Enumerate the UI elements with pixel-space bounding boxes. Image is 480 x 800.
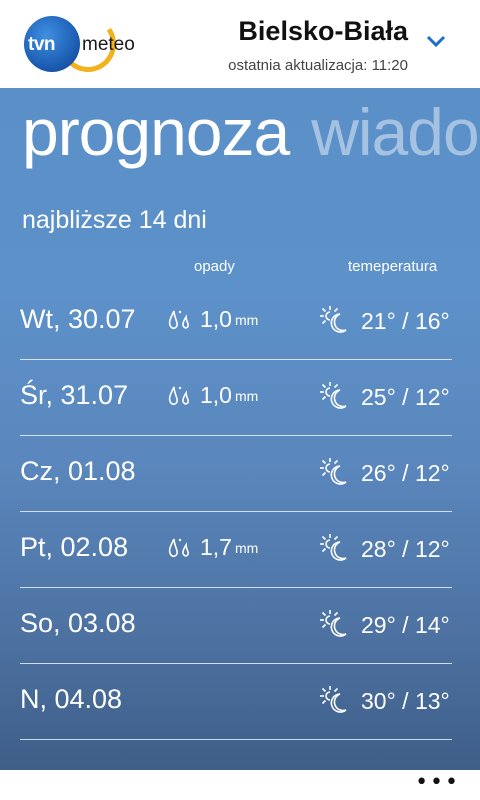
forecast-row[interactable]: Pt, 02.08 1,7 mm 28° / 12° [0,512,480,588]
sun-moon-icon [320,534,347,561]
precip-value: 1,7 mm [166,534,258,561]
precip-unit: mm [234,539,259,556]
day-label: Wt, 30.07 [20,304,136,334]
day-label: N, 04.08 [20,684,123,714]
temperature-range: 25° / 12° [361,384,450,410]
column-header-temp: temeperatura [348,258,438,275]
precip-value: 1,0 mm [166,382,258,409]
pivot-tab-wiadomosci[interactable]: wiadom [311,95,480,169]
raindrops-icon [168,310,189,329]
temperature-range: 26° / 12° [361,460,450,486]
temperature-range: 21° / 16° [361,308,450,334]
forecast-row[interactable]: Cz, 01.08 26° / 12° [0,436,480,512]
forecast-list: Wt, 30.07 1,0 mm 21° / 16° Śr, 31.07 1,0 m… [0,284,480,740]
chevron-down-icon[interactable] [426,34,446,48]
city-name[interactable]: Bielsko-Biała [238,16,408,47]
sun-moon-icon [320,686,347,713]
forecast-row[interactable]: So, 03.08 29° / 14° [0,588,480,664]
precip-amount: 1,0 [200,382,232,408]
column-header-precip: opady [194,258,235,275]
more-options-icon[interactable]: ••• [415,772,460,794]
section-title: najbliższe 14 dni [22,206,207,234]
precip-amount: 1,7 [200,534,232,560]
forecast-row[interactable]: Wt, 30.07 1,0 mm 21° / 16° [0,284,480,360]
logo-meteo-text: meteo [82,34,135,55]
precip-amount: 1,0 [200,306,232,332]
pivot-tab-prognoza[interactable]: prognoza [22,95,290,169]
day-label: Pt, 02.08 [20,532,129,562]
sun-moon-icon [320,382,347,409]
last-update-label: ostatnia aktualizacja: 11:20 [228,57,408,74]
day-label: So, 03.08 [20,608,136,638]
precip-value: 1,0 mm [166,306,258,333]
sun-moon-icon [320,610,347,637]
logo-tvn-text: tvn [28,34,56,55]
forecast-row[interactable]: Śr, 31.07 1,0 mm 25° / 12° [0,360,480,436]
day-label: Śr, 31.07 [20,380,129,410]
app-bar: ••• [0,770,480,800]
temperature-range: 29° / 14° [361,612,450,638]
row-divider [20,739,452,740]
precip-unit: mm [234,311,259,328]
header-bar: tvn meteo Bielsko-Biała ostatnia aktuali… [0,0,480,88]
raindrops-icon [168,538,189,557]
raindrops-icon [168,386,189,405]
precip-unit: mm [234,387,259,404]
forecast-row[interactable]: N, 04.08 30° / 13° [0,664,480,740]
day-label: Cz, 01.08 [20,456,136,486]
temperature-range: 28° / 12° [361,536,450,562]
tvn-meteo-logo: tvn meteo [20,11,135,77]
sun-moon-icon [320,306,347,333]
forecast-panel: prognoza wiadom najbliższe 14 dni opady t… [0,88,480,770]
pivot-header: prognoza wiadom [22,94,480,170]
temperature-range: 30° / 13° [361,688,450,714]
sun-moon-icon [320,458,347,485]
